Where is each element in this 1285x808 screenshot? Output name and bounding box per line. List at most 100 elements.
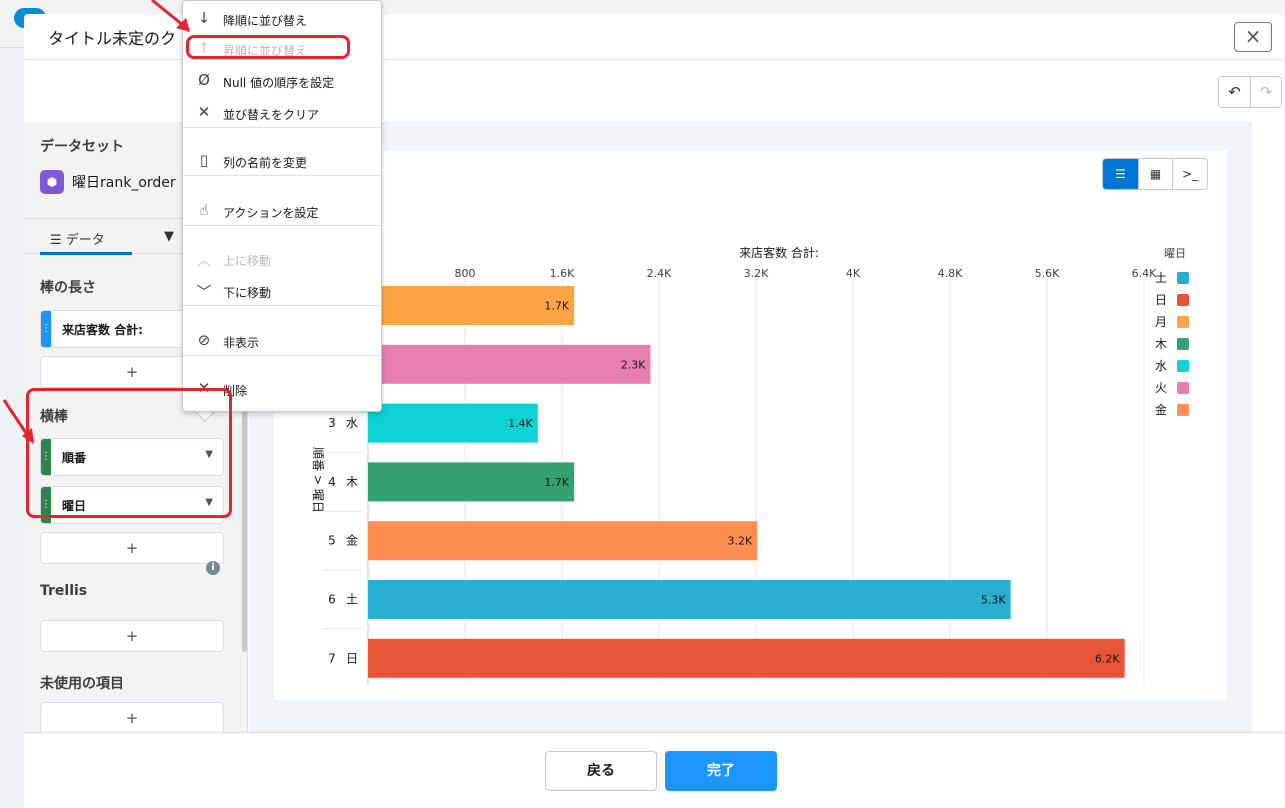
category-order-label: 6 xyxy=(328,593,336,607)
drag-handle-icon[interactable]: ⋮ xyxy=(41,311,51,347)
trellis-heading: Trellis xyxy=(40,583,88,599)
menu-item-2[interactable]: Ø Null 値の順序を設定 xyxy=(183,67,381,95)
dataset-heading: データセット xyxy=(40,139,124,155)
list-icon: ☰ xyxy=(50,233,62,248)
x-tick-label: 1.6K xyxy=(550,267,575,280)
category-day-label: 日 xyxy=(346,651,358,665)
legend-label: 月 xyxy=(1155,315,1167,329)
menu-item-label: Null 値の順序を設定 xyxy=(223,76,335,90)
menu-item-0[interactable]: ↓ 降順に並び替え xyxy=(183,5,381,33)
legend-swatch xyxy=(1177,404,1189,416)
bar-chart: 800 1.6K 2.4K 3.2K 4K 4.8K 5.6K 6.4K 来店客数 合計: 順番 … xyxy=(311,245,1189,684)
bar-value-label: 1.4K xyxy=(508,417,533,430)
tab-data-label: データ xyxy=(65,233,105,248)
category-day-label: 木 xyxy=(346,475,358,489)
active-tab-indicator xyxy=(40,252,132,255)
bar xyxy=(368,286,575,325)
rename-icon: ▯ xyxy=(199,151,209,169)
add-trellis-button[interactable]: + xyxy=(40,620,224,652)
move-down-icon: ﹀ xyxy=(196,283,212,301)
clear-icon: ✕ xyxy=(197,103,211,121)
legend-swatch xyxy=(1177,272,1189,284)
menu-item-7[interactable]: ﹀ 下に移動 xyxy=(183,277,381,305)
done-button[interactable]: 完了 xyxy=(665,751,777,791)
legend-label: 火 xyxy=(1155,381,1167,395)
bar-value-label: 3.2K xyxy=(727,535,752,548)
bar xyxy=(368,638,1125,678)
category-order-label: 4 xyxy=(328,475,336,489)
undo-icon: ↶ xyxy=(1228,83,1241,101)
y-axis-title: 順番 > 曜日 xyxy=(311,447,325,513)
close-button[interactable]: × xyxy=(1234,22,1272,52)
legend-label: 木 xyxy=(1155,337,1167,351)
field-context-menu: ↓ 降順に並び替え ↑ 昇順に並び替え Ø Null 値の順序を設定 ✕ 並び替えをクリア ▯ 列… xyxy=(182,0,382,412)
null-order-icon: Ø xyxy=(198,71,210,89)
menu-separator xyxy=(183,127,381,128)
category-day-label: 金 xyxy=(346,533,358,548)
legend-label: 日 xyxy=(1155,293,1167,307)
x-tick-label: 5.6K xyxy=(1035,267,1060,280)
x-tick-label: 4K xyxy=(846,267,861,280)
annotation-arrow-top xyxy=(151,0,190,32)
close-icon: × xyxy=(1244,24,1262,48)
menu-item-label: 非表示 xyxy=(223,336,260,350)
bar-value-label: 2.3K xyxy=(621,358,646,371)
menu-item-3[interactable]: ✕ 並び替えをクリア xyxy=(183,99,381,127)
annotation-arrow-left xyxy=(2,399,34,444)
x-tick-label: 3.2K xyxy=(744,267,769,280)
redo-button[interactable]: ↷ xyxy=(1249,77,1281,107)
x-tick-label: 800 xyxy=(455,267,476,280)
x-axis-title: 来店客数 合計: xyxy=(739,245,819,260)
menu-item-label: 上に移動 xyxy=(223,254,272,268)
menu-separator xyxy=(183,225,381,226)
legend-swatch xyxy=(1177,316,1189,328)
legend-swatch xyxy=(1177,360,1189,372)
add-grouping-button[interactable]: + xyxy=(40,532,224,564)
tab-filter[interactable]: ▼ xyxy=(164,229,174,244)
legend-swatch xyxy=(1177,294,1189,306)
menu-item-6: ︿ 上に移動 xyxy=(183,245,381,273)
bar-value-label: 1.7K xyxy=(544,476,569,489)
menu-separator xyxy=(183,305,381,306)
legend-title: 曜日 xyxy=(1164,247,1186,260)
menu-item-label: 列の名前を変更 xyxy=(223,156,308,170)
x-tick-label: 2.4K xyxy=(647,267,672,280)
unused-fields-heading: 未使用の項目 xyxy=(40,676,124,692)
legend-swatch xyxy=(1177,382,1189,394)
tab-data[interactable]: ☰ データ xyxy=(50,229,105,248)
menu-item-5[interactable]: ☝ アクションを設定 xyxy=(183,197,381,225)
menu-separator xyxy=(183,175,381,176)
bar-value-label: 6.2K xyxy=(1095,652,1120,665)
category-day-label: 土 xyxy=(346,593,358,607)
bar xyxy=(368,344,651,384)
dataset-name[interactable]: 曜日rank_order xyxy=(72,172,176,192)
menu-item-label: 降順に並び替え xyxy=(223,14,308,28)
category-order-label: 5 xyxy=(328,534,336,548)
menu-item-label: 下に移動 xyxy=(223,286,272,300)
bar-length-field-label: 来店客数 合計: xyxy=(62,323,143,337)
bar xyxy=(368,580,1011,619)
info-icon[interactable]: i xyxy=(206,561,220,575)
category-order-label: 3 xyxy=(328,416,336,430)
redo-icon: ↷ xyxy=(1259,83,1273,101)
annotation-highlight-grouping xyxy=(26,388,232,518)
menu-item-8[interactable]: ⊘ 非表示 xyxy=(183,327,381,355)
bar-value-label: 1.7K xyxy=(544,300,569,313)
category-order-label: 7 xyxy=(328,651,336,665)
dataset-icon: ⬢ xyxy=(40,170,64,194)
x-tick-label: 6.4K xyxy=(1132,267,1157,280)
bar xyxy=(368,462,575,502)
filter-icon: ▼ xyxy=(164,229,174,244)
move-up-icon: ︿ xyxy=(196,251,212,269)
legend-label: 土 xyxy=(1155,271,1167,285)
legend-label: 水 xyxy=(1155,359,1167,373)
bar-length-heading: 棒の長さ xyxy=(40,280,96,296)
bar xyxy=(368,521,758,561)
back-button[interactable]: 戻る xyxy=(545,751,657,791)
menu-item-label: 並び替えをクリア xyxy=(223,108,320,122)
menu-item-4[interactable]: ▯ 列の名前を変更 xyxy=(183,147,381,175)
undo-button[interactable]: ↶ xyxy=(1219,77,1250,107)
add-unused-button[interactable]: + xyxy=(40,702,224,734)
action-icon: ☝ xyxy=(199,201,209,219)
menu-separator xyxy=(183,355,381,356)
